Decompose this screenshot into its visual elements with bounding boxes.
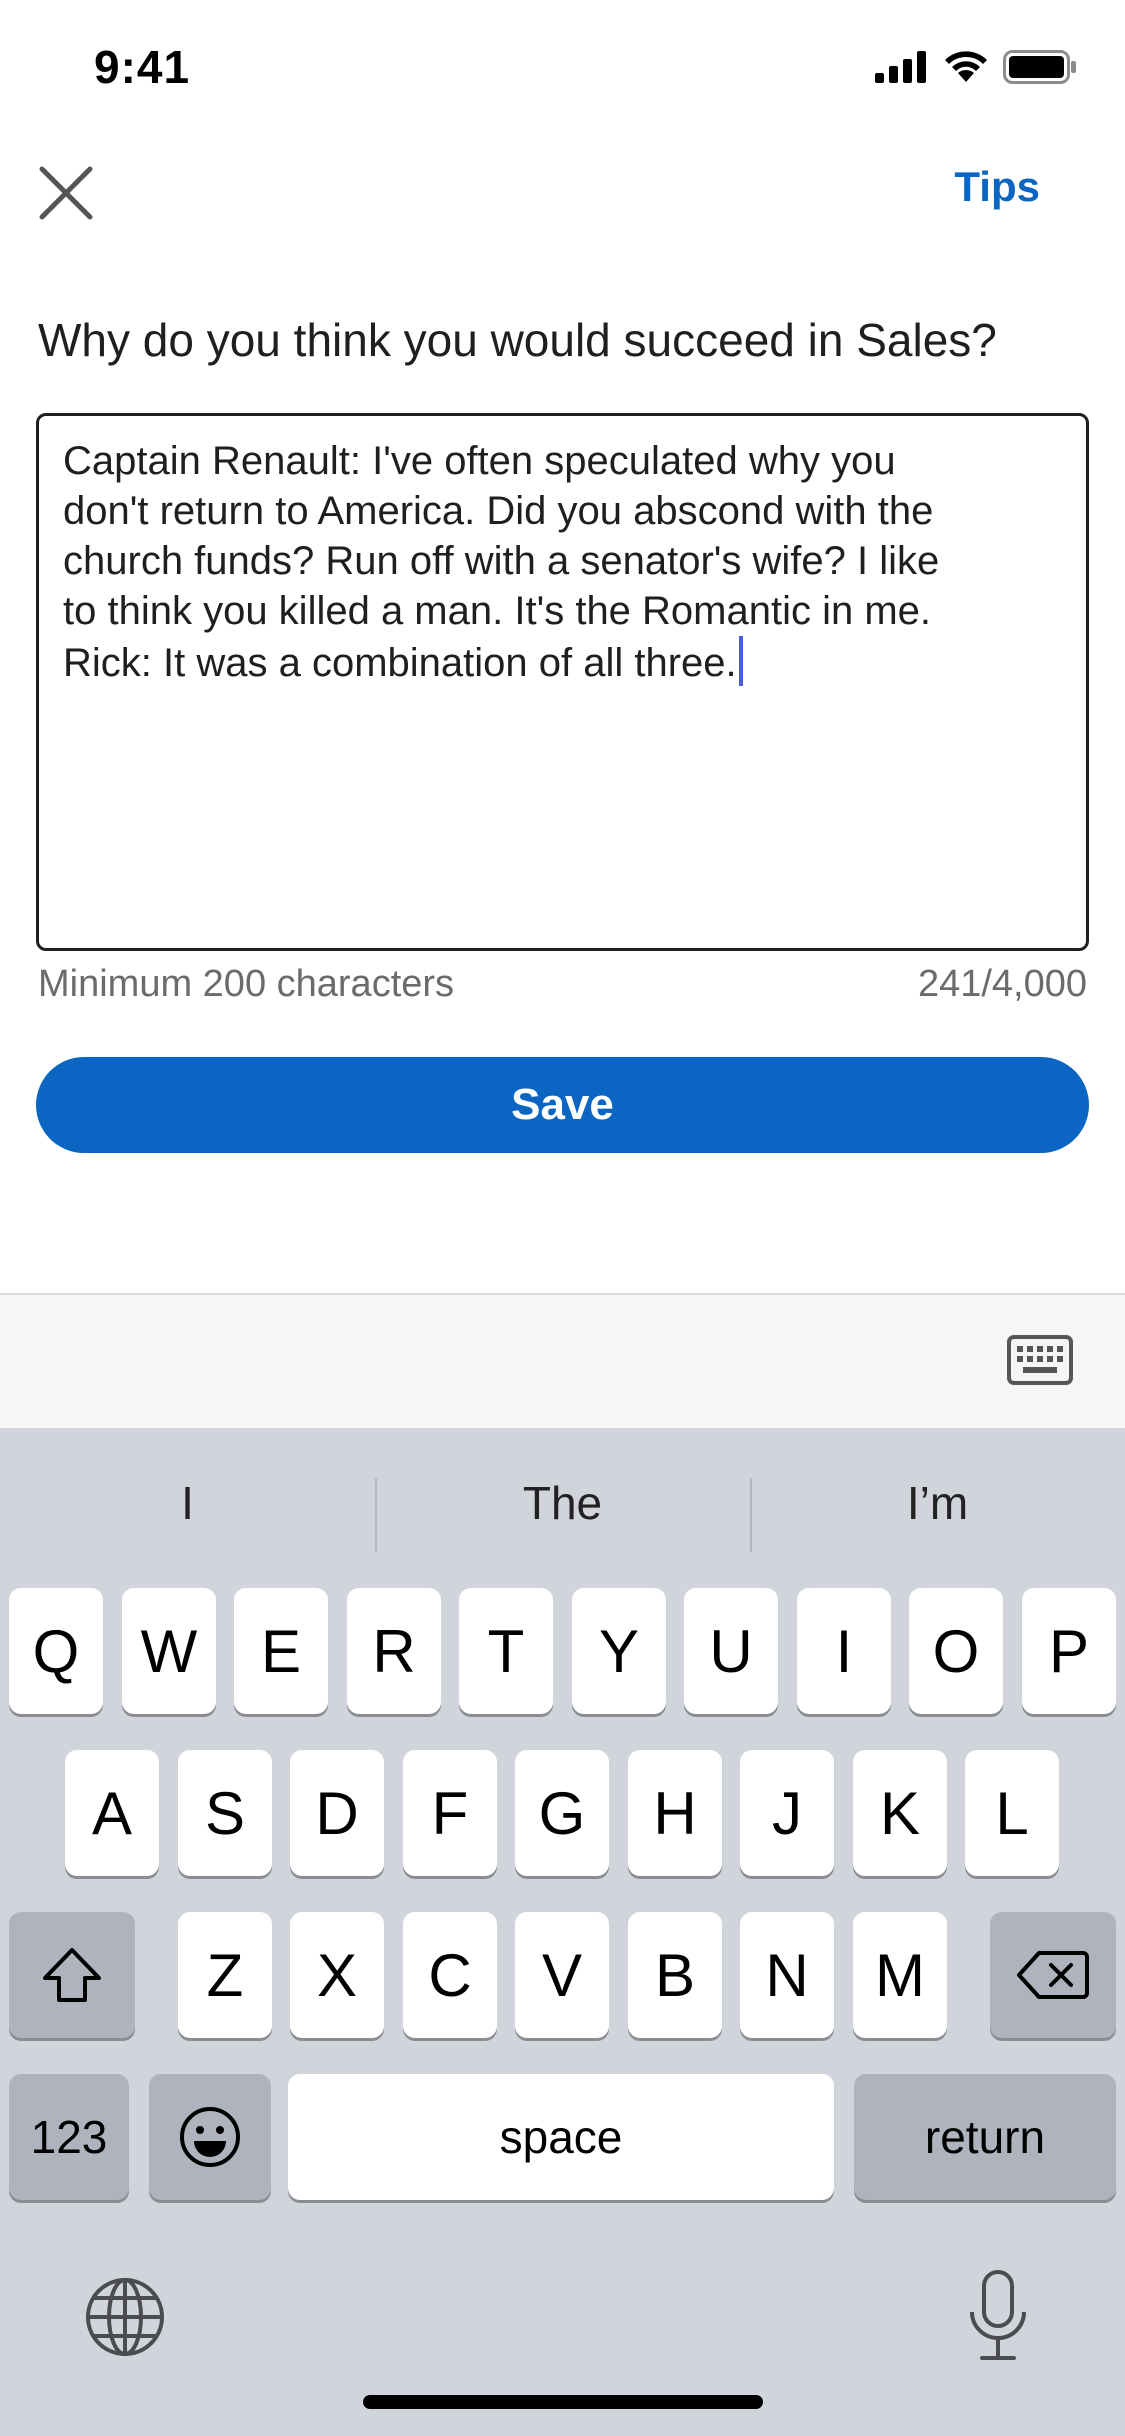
keyboard: I The I’m Q W E R T Y U I O P A S D F G … [0, 1428, 1125, 2436]
question-label: Why do you think you would succeed in Sa… [38, 314, 997, 366]
status-bar: 9:41 [0, 0, 1125, 135]
key-x[interactable]: X [290, 1912, 384, 2038]
key-s[interactable]: S [178, 1750, 272, 1876]
key-c[interactable]: C [403, 1912, 497, 2038]
key-n[interactable]: N [740, 1912, 834, 2038]
key-r[interactable]: R [347, 1588, 441, 1714]
backspace-icon [1017, 1951, 1089, 1999]
globe-icon[interactable] [84, 2276, 166, 2358]
key-u[interactable]: U [684, 1588, 778, 1714]
signal-icon [875, 51, 926, 83]
shift-key[interactable] [9, 1912, 135, 2038]
tips-link[interactable]: Tips [954, 163, 1040, 211]
key-v[interactable]: V [515, 1912, 609, 2038]
suggestion-bar: I The I’m [0, 1428, 1125, 1578]
key-o[interactable]: O [909, 1588, 1003, 1714]
key-h[interactable]: H [628, 1750, 722, 1876]
answer-text: Captain Renault: I've often speculated w… [63, 439, 940, 685]
suggestion-item[interactable]: I’m [750, 1428, 1125, 1578]
numbers-key-label: 123 [30, 2111, 108, 2163]
key-p[interactable]: P [1022, 1588, 1116, 1714]
text-caret [738, 636, 743, 686]
suggestion-item[interactable]: I [0, 1428, 375, 1578]
suggestion-item[interactable]: The [375, 1428, 750, 1578]
key-y[interactable]: Y [572, 1588, 666, 1714]
key-g[interactable]: G [515, 1750, 609, 1876]
key-q[interactable]: Q [9, 1588, 103, 1714]
key-k[interactable]: K [853, 1750, 947, 1876]
key-i[interactable]: I [797, 1588, 891, 1714]
keyboard-dismiss-icon[interactable] [1007, 1335, 1073, 1385]
space-key-label: space [499, 2111, 623, 2163]
space-key[interactable]: space [288, 2074, 834, 2200]
close-icon [39, 166, 93, 220]
answer-textarea[interactable]: Captain Renault: I've often speculated w… [36, 413, 1089, 951]
shift-icon [43, 1948, 101, 2002]
key-l[interactable]: L [965, 1750, 1059, 1876]
numbers-key[interactable]: 123 [9, 2074, 129, 2200]
key-f[interactable]: F [403, 1750, 497, 1876]
key-t[interactable]: T [459, 1588, 553, 1714]
minimum-characters-hint: Minimum 200 characters [38, 963, 455, 1005]
return-key[interactable]: return [854, 2074, 1116, 2200]
status-icons [875, 50, 1077, 84]
status-time: 9:41 [94, 41, 191, 93]
emoji-icon [180, 2107, 240, 2167]
key-m[interactable]: M [853, 1912, 947, 2038]
battery-icon [1003, 50, 1076, 84]
emoji-key[interactable] [149, 2074, 271, 2200]
key-a[interactable]: A [65, 1750, 159, 1876]
close-button[interactable] [36, 163, 96, 223]
key-z[interactable]: Z [178, 1912, 272, 2038]
microphone-icon[interactable] [966, 2268, 1030, 2364]
key-e[interactable]: E [234, 1588, 328, 1714]
key-d[interactable]: D [290, 1750, 384, 1876]
save-button[interactable]: Save [36, 1057, 1089, 1153]
key-b[interactable]: B [628, 1912, 722, 2038]
home-indicator [363, 2395, 763, 2409]
key-w[interactable]: W [122, 1588, 216, 1714]
character-counter: 241/4,000 [917, 963, 1087, 1005]
key-j[interactable]: J [740, 1750, 834, 1876]
return-key-label: return [924, 2111, 1046, 2163]
delete-key[interactable] [990, 1912, 1116, 2038]
wifi-icon [945, 51, 987, 82]
keyboard-accessory-bar [0, 1293, 1125, 1428]
